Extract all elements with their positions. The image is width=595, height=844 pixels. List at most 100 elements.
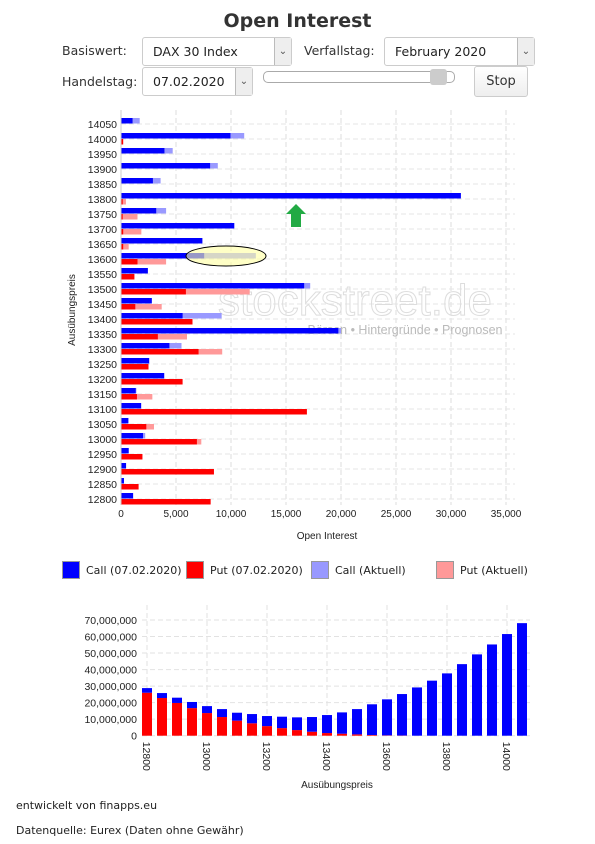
bar-call: [457, 664, 467, 736]
y-tick-label: 13750: [88, 209, 117, 221]
legend-item: Call (Aktuell): [311, 561, 406, 579]
y-tick-label: 13100: [88, 404, 117, 416]
data-source: Datenquelle: Eurex (Daten ohne Gewähr): [16, 824, 244, 837]
bar-call-07-02-2020-: [121, 343, 170, 349]
y-tick-label: 13050: [88, 419, 117, 431]
bar-call-07-02-2020-: [121, 118, 133, 124]
bar-call-07-02-2020-: [121, 433, 143, 439]
date-slider-thumb[interactable]: [430, 69, 447, 85]
y-tick-label: 13350: [88, 329, 117, 341]
bar-call-07-02-2020-: [121, 403, 142, 409]
y-tick-label: 12850: [88, 479, 117, 491]
bar-call: [412, 687, 422, 736]
basiswert-select[interactable]: DAX 30 Index ⌄: [142, 37, 292, 66]
bar-put-07-02-2020-: [121, 289, 186, 295]
open-interest-chart: 0 5,000 10,000 15,000 20,000 25,000 30,000 35,0…: [67, 110, 522, 542]
basiswert-label: Basiswert:: [62, 43, 127, 58]
legend-label: Put (07.02.2020): [210, 563, 303, 577]
bar-call: [217, 709, 227, 718]
bar-call: [322, 715, 332, 734]
date-slider-track[interactable]: [263, 71, 455, 83]
x-tick-label: 15,000: [271, 509, 302, 520]
y-axis-title: Ausübungspreis: [67, 274, 78, 346]
x-tick-label: 30,000: [436, 509, 467, 520]
y-tick-label: 14050: [88, 119, 117, 131]
x-tick-label: 13800: [440, 742, 452, 771]
bar-call: [382, 699, 392, 736]
bar-put-07-02-2020-: [121, 439, 197, 445]
x-tick-label: 14000: [500, 742, 512, 771]
legend-label: Put (Aktuell): [460, 563, 528, 577]
stacked-open-interest-chart: 0 10,000,000 20,000,000 30,000,000 40,000,00…: [84, 605, 530, 791]
y-tick-label: 13600: [88, 254, 117, 266]
y-tick-label: 13500: [88, 284, 117, 296]
bar-put-07-02-2020-: [121, 409, 307, 415]
y-tick-label: 13650: [88, 239, 117, 251]
y-tick-label: 60,000,000: [84, 632, 137, 644]
y-tick-label: 13400: [88, 314, 117, 326]
handelstag-label: Handelstag:: [62, 74, 138, 89]
bar-call-07-02-2020-: [121, 373, 165, 379]
stop-button[interactable]: Stop: [474, 66, 528, 97]
bar-call: [337, 712, 347, 734]
y-tick-label: 20,000,000: [84, 698, 137, 710]
bar-put-07-02-2020-: [121, 379, 183, 385]
y-tick-label: 13250: [88, 359, 117, 371]
bar-put-07-02-2020-: [121, 304, 136, 310]
bar-call-07-02-2020-: [121, 178, 153, 184]
bar-call-07-02-2020-: [121, 283, 305, 289]
bar-call-07-02-2020-: [121, 223, 235, 229]
bar-put: [142, 692, 152, 736]
bar-call-07-02-2020-: [121, 133, 231, 139]
bar-put: [307, 731, 317, 736]
bar-call: [517, 623, 527, 736]
bar-put-07-02-2020-: [121, 484, 139, 490]
bar-call: [187, 701, 197, 709]
basiswert-value: DAX 30 Index: [153, 44, 238, 59]
bar-put-07-02-2020-: [121, 259, 138, 265]
bar-put-07-02-2020-: [121, 424, 147, 430]
bar-put: [337, 733, 347, 736]
bar-put-07-02-2020-: [121, 334, 158, 340]
bar-put: [187, 708, 197, 736]
bar-call-07-02-2020-: [121, 358, 150, 364]
x-tick-label: 12800: [140, 742, 152, 771]
x-tick-label: 10,000: [216, 509, 247, 520]
bar-call-07-02-2020-: [121, 463, 127, 469]
y-tick-label: 13850: [88, 179, 117, 191]
x-tick-label: 20,000: [326, 509, 357, 520]
bar-call-07-02-2020-: [121, 388, 136, 394]
bar-put: [217, 717, 227, 736]
bar-put: [322, 733, 332, 736]
y-tick-label: 10,000,000: [84, 714, 137, 726]
y-tick-label: 14000: [88, 134, 117, 146]
bar-call: [232, 712, 242, 721]
bar-call: [292, 717, 302, 731]
bar-put: [367, 735, 377, 736]
handelstag-value: 07.02.2020: [153, 74, 225, 89]
y-tick-label: 13000: [88, 434, 117, 446]
y-tick-label: 0: [131, 731, 137, 743]
y-tick-label: 12900: [88, 464, 117, 476]
y-tick-label: 40,000,000: [84, 665, 137, 677]
y-tick-label: 30,000,000: [84, 681, 137, 693]
x-tick-label: 13400: [320, 742, 332, 771]
x-tick-label: 13600: [380, 742, 392, 771]
bar-put-07-02-2020-: [121, 394, 137, 400]
verfallstag-select[interactable]: February 2020 ⌄: [384, 37, 535, 66]
verfallstag-value: February 2020: [395, 44, 487, 59]
y-tick-label: 13150: [88, 389, 117, 401]
handelstag-select[interactable]: 07.02.2020 ⌄: [142, 67, 253, 96]
y-tick-label: 13300: [88, 344, 117, 356]
x-tick-label: 35,000: [491, 509, 522, 520]
bar-call-07-02-2020-: [121, 163, 211, 169]
bar-call-07-02-2020-: [121, 493, 134, 499]
x-tick-label: 25,000: [381, 509, 412, 520]
bar-call-07-02-2020-: [121, 238, 203, 244]
bar-call: [247, 714, 257, 724]
bar-put: [262, 726, 272, 736]
x-axis-title: Ausübungspreis: [301, 780, 373, 791]
bar-put: [247, 723, 257, 736]
legend-swatch: [62, 561, 80, 579]
chevron-down-icon: ⌄: [274, 38, 291, 65]
